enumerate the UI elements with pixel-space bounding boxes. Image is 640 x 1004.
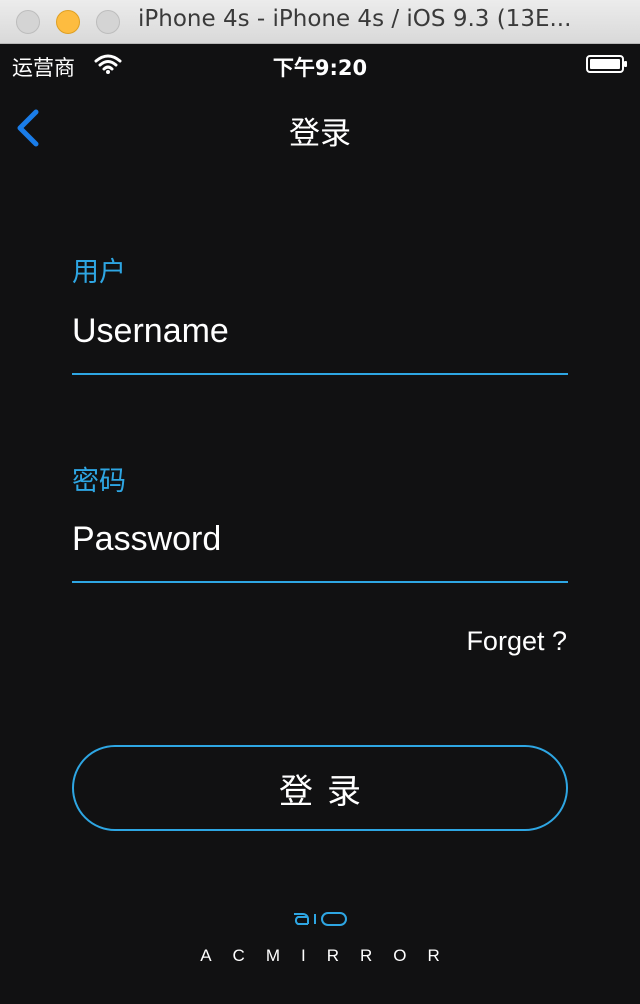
zoom-window-button[interactable] (96, 10, 120, 34)
status-bar: 运营商 下午9:20 (0, 44, 640, 84)
username-label: 用户 (72, 257, 126, 288)
aio-logo-icon (294, 912, 347, 926)
window-titlebar: iPhone 4s - iPhone 4s / iOS 9.3 (13E... (0, 0, 640, 44)
minimize-window-button[interactable] (56, 10, 80, 34)
brand-wordmark: ACMIRROR (200, 946, 461, 965)
window-title: iPhone 4s - iPhone 4s / iOS 9.3 (13E... (138, 6, 572, 32)
simulator-window: iPhone 4s - iPhone 4s / iOS 9.3 (13E... … (0, 0, 640, 1004)
password-label: 密码 (72, 466, 126, 497)
password-input[interactable] (72, 514, 568, 564)
status-time: 下午9:20 (272, 56, 368, 80)
page-title: 登录 (289, 116, 351, 152)
password-underline (72, 581, 568, 583)
username-input[interactable] (72, 306, 568, 356)
battery-icon (586, 55, 627, 73)
login-button[interactable]: 登录 (72, 745, 568, 831)
navigation-bar: 登录 (0, 84, 640, 172)
forget-password-link[interactable]: Forget ? (466, 626, 567, 657)
username-underline (72, 373, 568, 375)
close-window-button[interactable] (16, 10, 40, 34)
